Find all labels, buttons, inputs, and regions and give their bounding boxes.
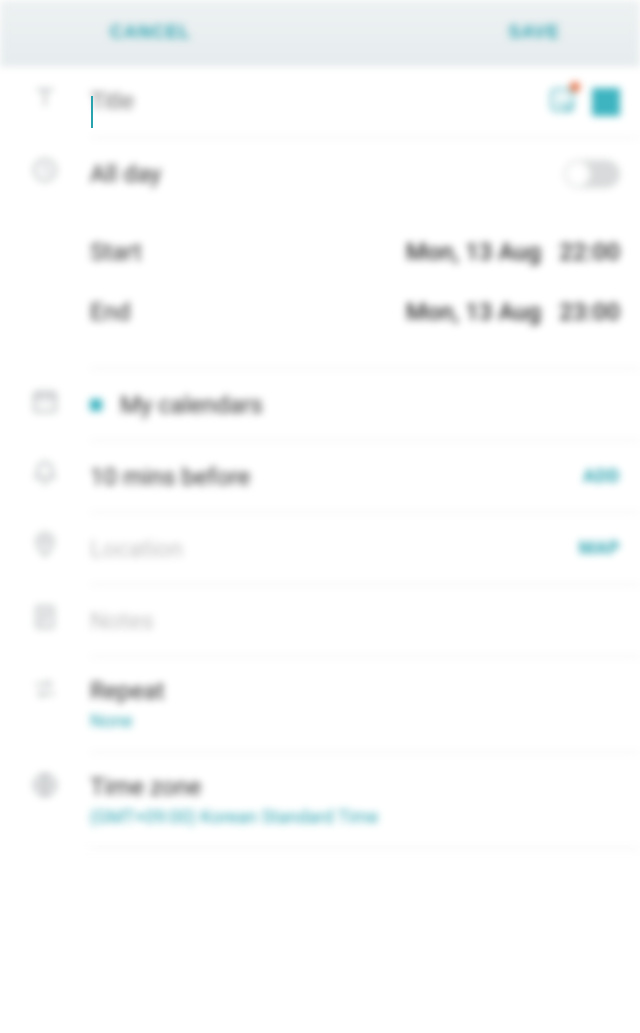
notes-placeholder: Notes [90,607,154,635]
calendar-picker-row[interactable]: My calendars [90,369,640,441]
event-title-input[interactable] [90,88,548,116]
end-datetime-row[interactable]: End Mon, 13 Aug 23:00 [90,282,620,342]
toggle-knob [566,162,590,186]
start-label: Start [90,238,142,266]
timezone-label: Time zone [90,773,201,801]
sticker-notification-dot [570,82,580,92]
repeat-label: Repeat [90,677,165,705]
calendar-color-dot [90,399,102,411]
notes-icon [31,603,59,631]
save-button[interactable]: SAVE [508,22,560,43]
reminder-value[interactable]: 10 mins before [90,463,250,491]
bell-icon [31,459,59,487]
add-reminder-button[interactable]: ADD [583,466,620,487]
timezone-value: (GMT+09:00) Korean Standard Time [90,807,378,828]
repeat-picker-row[interactable]: Repeat None [90,657,640,753]
all-day-toggle[interactable] [564,160,620,188]
header-bar: CANCEL SAVE [0,0,640,66]
calendar-icon [31,387,59,415]
title-text-icon [31,84,59,112]
cancel-button[interactable]: CANCEL [110,22,191,43]
start-time-value: 22:00 [559,238,620,266]
timezone-picker-row[interactable]: Time zone (GMT+09:00) Korean Standard Ti… [90,753,640,849]
location-input[interactable]: Location [90,535,183,563]
location-pin-icon [31,531,59,559]
repeat-icon [31,675,59,703]
end-label: End [90,298,130,326]
clock-icon [31,156,59,184]
map-button[interactable]: MAP [579,538,620,559]
notes-input-row[interactable]: Notes [90,585,640,657]
start-date-value: Mon, 13 Aug [406,238,541,266]
sticker-button[interactable] [548,86,576,118]
all-day-label: All day [90,160,161,188]
repeat-value: None [90,711,133,732]
start-datetime-row[interactable]: Start Mon, 13 Aug 22:00 [90,222,620,282]
end-time-value: 23:00 [559,298,620,326]
globe-icon [31,771,59,799]
end-date-value: Mon, 13 Aug [406,298,541,326]
calendar-name: My calendars [120,391,263,419]
event-color-picker[interactable] [592,88,620,116]
